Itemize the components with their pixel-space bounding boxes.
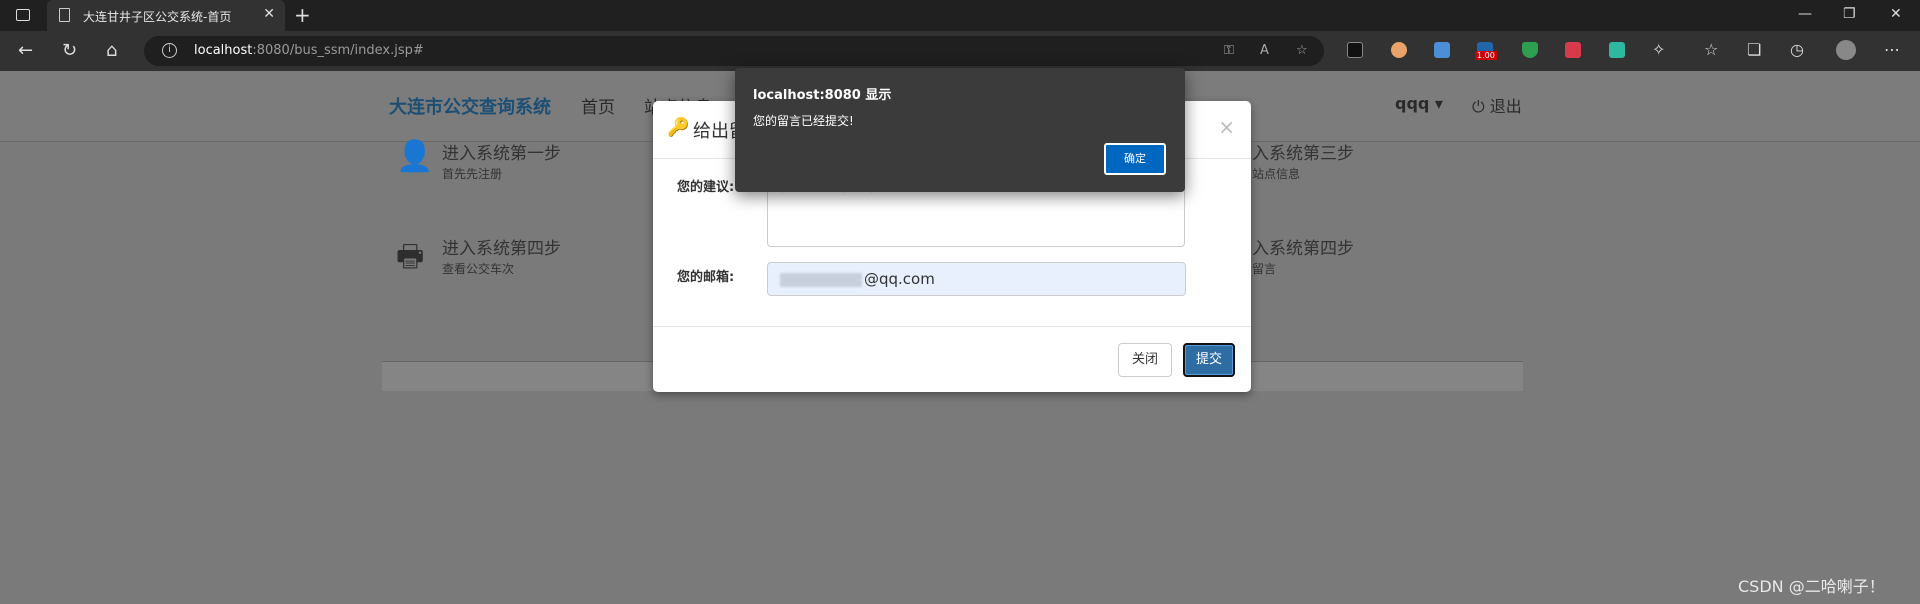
extension-icon[interactable] [1391,42,1407,58]
back-icon[interactable]: ← [18,40,33,61]
extension-badge-icon[interactable]: 1.00 [1475,42,1497,60]
minimize-icon[interactable]: — [1798,6,1812,22]
submit-button[interactable]: 提交 [1183,343,1235,377]
extensions-puzzle-icon[interactable]: ✧ [1652,40,1665,59]
email-field[interactable]: @qq.com [767,262,1186,296]
printer-icon: 🖶 [396,239,425,274]
favorites-icon[interactable]: ☆ [1704,40,1718,59]
redacted-text [780,273,862,287]
tab-actions-icon[interactable] [16,9,30,21]
site-brand[interactable]: 大连市公交查询系统 [389,93,551,119]
page-icon [59,8,70,22]
address-toolbar: ← ↻ ⌂ i localhost:8080/bus_ssm/index.jsp… [0,31,1920,71]
extension-icon[interactable] [1609,42,1625,58]
key-icon: 🔑 [667,117,690,138]
alert-message: 您的留言已经提交! [753,114,854,128]
alert-title: localhost:8080 显示 [753,88,892,103]
image-extension-icon[interactable] [1434,42,1450,58]
address-bar[interactable]: i localhost:8080/bus_ssm/index.jsp# ⚿ A … [144,36,1324,66]
user-icon: 👤 [396,139,434,174]
alert-dialog: localhost:8080 显示 您的留言已经提交! 确定 [735,68,1185,192]
browser-tab[interactable]: 大连甘井子区公交系统-首页 ✕ [47,0,285,31]
tab-bar: 大连甘井子区公交系统-首页 ✕ + — ❐ ✕ [0,0,1920,31]
watermark: CSDN @二哈喇子！ [1738,577,1885,596]
collections-icon[interactable]: ❏ [1747,40,1761,59]
alert-ok-button[interactable]: 确定 [1104,143,1166,175]
logout-link[interactable]: ⏻ 退出 [1472,93,1522,117]
suggestion-label: 您的建议: [677,180,735,195]
extension-icon[interactable] [1347,42,1363,58]
site-info-icon[interactable]: i [162,43,177,58]
url-text: localhost:8080/bus_ssm/index.jsp# [194,43,424,58]
user-dropdown[interactable]: qqq ▾ [1395,94,1443,113]
email-label: 您的邮箱: [677,270,735,285]
window-close-icon[interactable]: ✕ [1890,6,1902,22]
modal-footer: 关闭 提交 [653,326,1251,392]
key-icon[interactable]: ⚿ [1224,43,1234,58]
profile-avatar[interactable] [1836,40,1856,60]
extension-icon[interactable] [1565,42,1581,58]
nav-home[interactable]: 首页 [581,93,615,118]
new-tab-icon[interactable]: + [294,3,311,27]
shield-extension-icon[interactable] [1522,42,1538,58]
refresh-icon[interactable]: ↻ [62,40,77,61]
home-icon[interactable]: ⌂ [106,40,117,61]
restore-icon[interactable]: ❐ [1843,6,1856,22]
tab-close-icon[interactable]: ✕ [263,6,275,22]
close-button[interactable]: 关闭 [1118,343,1172,377]
add-favorite-icon[interactable]: ☆ [1296,43,1308,58]
tab-title: 大连甘井子区公交系统-首页 [83,10,232,24]
read-aloud-icon[interactable]: A [1260,43,1269,58]
more-menu-icon[interactable]: ⋯ [1884,40,1900,59]
email-value: @qq.com [864,270,935,288]
modal-close-icon[interactable]: × [1218,115,1235,139]
history-icon[interactable]: ◷ [1790,40,1804,59]
